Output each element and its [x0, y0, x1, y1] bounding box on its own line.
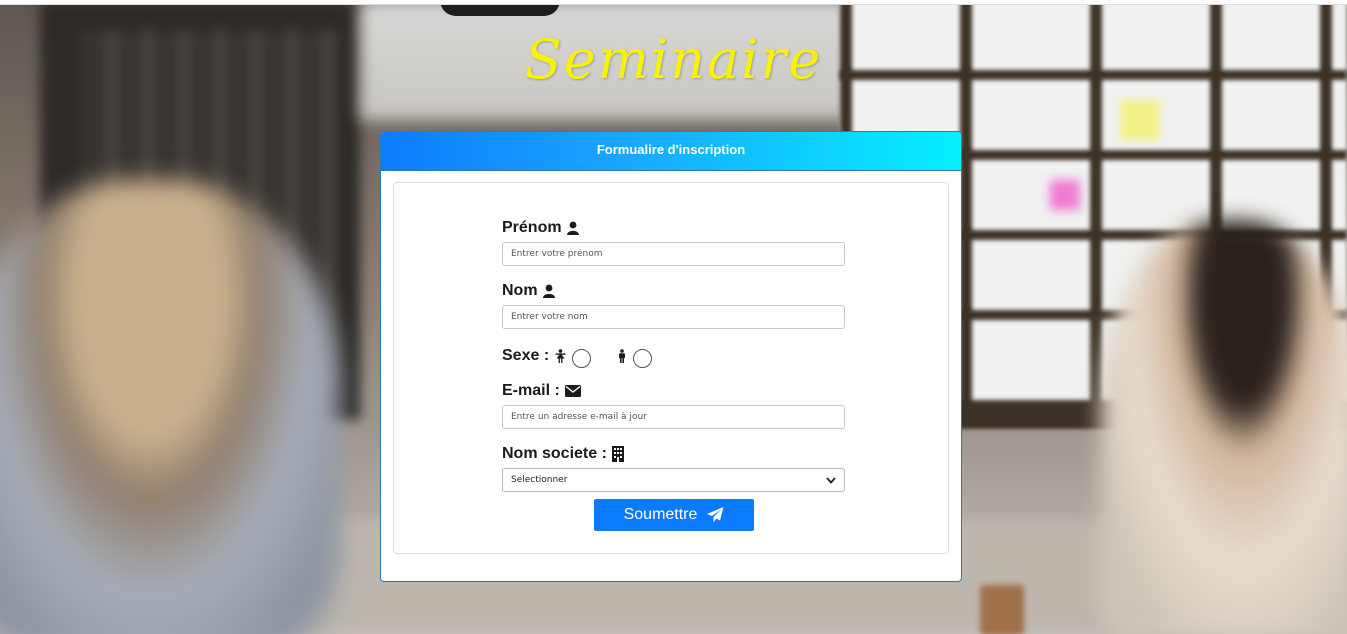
prenom-label-text: Prénom	[502, 219, 562, 236]
registration-form: Prénom Nom	[502, 217, 846, 492]
building-icon	[611, 446, 624, 462]
male-radio[interactable]	[633, 349, 653, 368]
page-title: Seminaire	[524, 28, 823, 91]
societe-select[interactable]: Selectionner	[502, 468, 845, 492]
societe-label: Nom societe :	[502, 443, 846, 465]
sexe-row: Sexe :	[502, 343, 846, 368]
submit-button-label: Soumettre	[623, 506, 698, 523]
societe-group: Nom societe : Selectionner	[502, 443, 846, 492]
bg-sticky-note	[1050, 180, 1080, 210]
registration-card: Formualire d'inscription Prénom Nom	[380, 131, 962, 582]
sexe-group: Sexe :	[502, 343, 846, 368]
card-header: Formualire d'inscription	[381, 132, 961, 171]
submit-button[interactable]: Soumettre	[594, 499, 754, 531]
male-icon	[617, 348, 627, 363]
chevron-down-icon	[826, 476, 836, 484]
female-radio[interactable]	[572, 349, 592, 368]
nom-input[interactable]	[502, 305, 845, 329]
nom-label-text: Nom	[502, 282, 538, 299]
prenom-input[interactable]	[502, 242, 845, 266]
envelope-icon	[564, 385, 581, 397]
nom-label: Nom	[502, 280, 846, 302]
nom-group: Nom	[502, 280, 846, 329]
bg-sticky-note	[1120, 100, 1160, 140]
email-group: E-mail :	[502, 380, 846, 429]
email-label-text: E-mail :	[502, 382, 560, 399]
prenom-group: Prénom	[502, 217, 846, 266]
societe-label-text: Nom societe :	[502, 445, 607, 462]
prenom-label: Prénom	[502, 217, 846, 239]
user-icon	[542, 284, 555, 298]
sexe-label-text: Sexe :	[502, 346, 550, 364]
societe-select-value: Selectionner	[511, 475, 568, 485]
bg-cup	[980, 585, 1024, 634]
bg-person	[1100, 220, 1347, 634]
sexe-label: Sexe :	[502, 345, 549, 367]
card-body: Prénom Nom	[393, 182, 949, 554]
user-icon	[566, 221, 579, 235]
email-input[interactable]	[502, 405, 845, 429]
email-label: E-mail :	[502, 380, 846, 402]
top-border	[0, 0, 1347, 5]
bg-person	[0, 180, 340, 634]
paper-plane-icon	[707, 507, 724, 523]
female-icon	[555, 348, 566, 363]
